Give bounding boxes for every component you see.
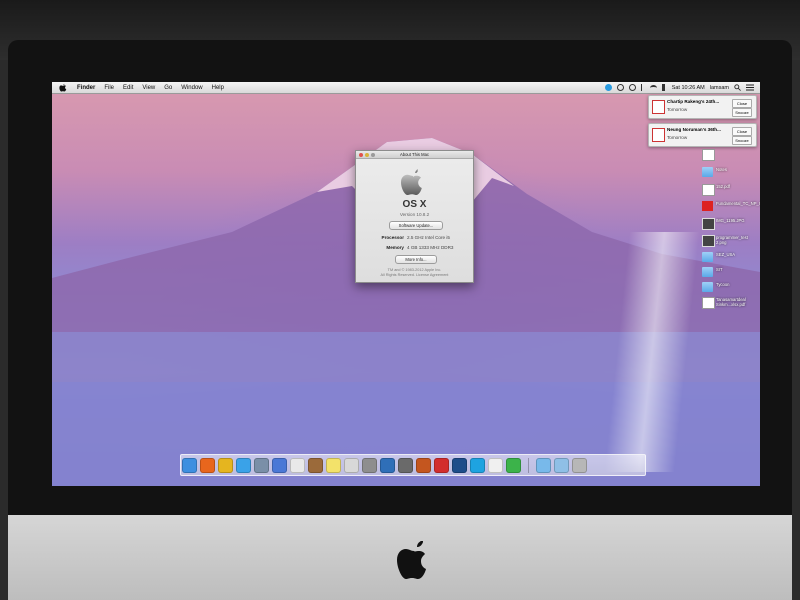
- notification-title: Neung Noruman's 36th...: [667, 127, 721, 132]
- menu-window[interactable]: Window: [181, 85, 202, 91]
- window-title: About This Mac: [399, 152, 430, 157]
- desktop-icon-label: IMG_1195.JPG: [716, 218, 745, 223]
- dock-separator: [528, 458, 529, 473]
- zoom-window-icon[interactable]: [371, 152, 375, 157]
- preview-icon[interactable]: [344, 458, 359, 473]
- textedit-icon[interactable]: [488, 458, 503, 473]
- about-this-mac-window: About This Mac OS X Version 10.8.2 Softw…: [355, 150, 474, 283]
- calendar-icon[interactable]: [290, 458, 305, 473]
- processor-label: Processor: [381, 235, 404, 240]
- memory-row: Memory 4 GB 1333 MHz DDR3: [362, 245, 470, 250]
- desktop-icon-label: SIT: [716, 267, 723, 272]
- menu-file[interactable]: File: [104, 85, 114, 91]
- window-titlebar[interactable]: About This Mac: [356, 151, 473, 159]
- desktop-icon-label: Fundamental_TC_NP_CMS...Ch.pdf: [716, 201, 760, 206]
- script-editor-icon[interactable]: [398, 458, 413, 473]
- ibooks-icon[interactable]: [416, 458, 431, 473]
- folder-icon: [702, 252, 713, 262]
- desktop-icon-label: 152.pdf: [716, 184, 730, 189]
- os-version: Version 10.8.2: [399, 212, 430, 217]
- trash-icon[interactable]: [572, 458, 587, 473]
- time-machine-icon[interactable]: [616, 84, 624, 91]
- menu-bar: Finder File Edit View Go Window Help Sat…: [52, 82, 760, 94]
- sync-icon[interactable]: [628, 84, 636, 91]
- menu-finder[interactable]: Finder: [77, 85, 95, 91]
- copyright-text: TM and © 1983-2012 Apple Inc.: [387, 268, 442, 272]
- bluetooth-icon[interactable]: [640, 84, 645, 91]
- close-window-icon[interactable]: [359, 152, 363, 157]
- minimize-window-icon[interactable]: [365, 152, 369, 157]
- menu-go[interactable]: Go: [164, 85, 172, 91]
- software-update-button[interactable]: Software Update...: [389, 221, 443, 230]
- line-icon[interactable]: [506, 458, 521, 473]
- more-info-button[interactable]: More Info...: [395, 255, 437, 264]
- safari-icon[interactable]: [236, 458, 251, 473]
- skype-icon[interactable]: [470, 458, 485, 473]
- os-name: OS X: [402, 199, 427, 210]
- address-book-icon[interactable]: [308, 458, 323, 473]
- firefox-icon[interactable]: [200, 458, 215, 473]
- menu-edit[interactable]: Edit: [123, 85, 133, 91]
- notification-close-button[interactable]: Close: [732, 99, 752, 108]
- license-text[interactable]: All Rights Reserved. License Agreement: [356, 273, 473, 277]
- calendar-notification-icon: [652, 128, 665, 142]
- spotlight-search-icon[interactable]: [734, 84, 741, 91]
- memory-value: 4 GB 1333 MHz DDR3: [407, 245, 454, 250]
- photoshop-icon[interactable]: [452, 458, 467, 473]
- memory-label: Memory: [386, 245, 404, 250]
- wifi-icon[interactable]: [649, 84, 657, 91]
- image-file-icon: [702, 235, 715, 247]
- documents-folder-icon[interactable]: [554, 458, 569, 473]
- volume-icon[interactable]: [661, 84, 667, 91]
- folder-icon: [702, 282, 713, 292]
- pdf-icon: [702, 201, 713, 211]
- desktop-icon-label: Notes: [716, 167, 727, 172]
- skype-status-icon[interactable]: [604, 84, 612, 91]
- processor-row: Processor 2.5 GHz Intel Core i5: [362, 235, 470, 240]
- desktop-screen: Finder File Edit View Go Window Help Sat…: [52, 82, 760, 486]
- desktop-icon[interactable]: Tanasamartdeal Sinkm...xlsx.pdf: [702, 294, 754, 314]
- apple-logo-icon: [401, 169, 422, 195]
- status-menus: Sat 10:26 AM lamsam: [604, 82, 754, 93]
- desktop-icon[interactable]: [702, 146, 754, 166]
- itunes-icon[interactable]: [272, 458, 287, 473]
- chrome-icon[interactable]: [218, 458, 233, 473]
- image-file-icon: [702, 218, 715, 230]
- menu-view[interactable]: View: [142, 85, 155, 91]
- notification-subtitle: Tomorrow: [667, 107, 688, 112]
- document-icon: [702, 297, 715, 309]
- folder-icon: [702, 267, 713, 277]
- notification-center-icon[interactable]: [746, 84, 754, 91]
- system-preferences-icon[interactable]: [362, 458, 377, 473]
- desktop-icon-label: programmer_test 2.png: [716, 235, 748, 245]
- notification-banner[interactable]: Chartip Rakeng's 24th... Tomorrow Close …: [648, 95, 757, 119]
- folder-icon: [702, 167, 713, 177]
- notification-subtitle: Tomorrow: [667, 135, 688, 140]
- mail-icon[interactable]: [254, 458, 269, 473]
- apple-logo-icon: [397, 541, 426, 579]
- desktop-icon-label: Tanasamartdeal Sinkm...xlsx.pdf: [716, 297, 746, 307]
- calendar-notification-icon: [652, 100, 665, 114]
- desktop-icon-label: Tycoon: [716, 282, 730, 287]
- menubar-user[interactable]: lamsam: [710, 85, 729, 91]
- document-icon: [702, 149, 715, 161]
- xcode-icon[interactable]: [380, 458, 395, 473]
- notification-snooze-button[interactable]: Snooze: [732, 136, 752, 145]
- stickies-icon[interactable]: [326, 458, 341, 473]
- apple-menu-icon[interactable]: [58, 83, 68, 92]
- notification-banner[interactable]: Neung Noruman's 36th... Tomorrow Close S…: [648, 123, 757, 147]
- desktop-icon-label: SEZ_USA: [716, 252, 736, 257]
- document-icon: [702, 184, 715, 196]
- filezilla-icon[interactable]: [434, 458, 449, 473]
- notification-close-button[interactable]: Close: [732, 127, 752, 136]
- dock-items: [182, 458, 587, 476]
- downloads-folder-icon[interactable]: [536, 458, 551, 473]
- processor-value: 2.5 GHz Intel Core i5: [407, 235, 450, 240]
- notification-snooze-button[interactable]: Snooze: [732, 108, 752, 117]
- menubar-clock[interactable]: Sat 10:26 AM: [672, 85, 705, 91]
- notification-title: Chartip Rakeng's 24th...: [667, 99, 720, 104]
- finder-icon[interactable]: [182, 458, 197, 473]
- menu-help[interactable]: Help: [212, 85, 224, 91]
